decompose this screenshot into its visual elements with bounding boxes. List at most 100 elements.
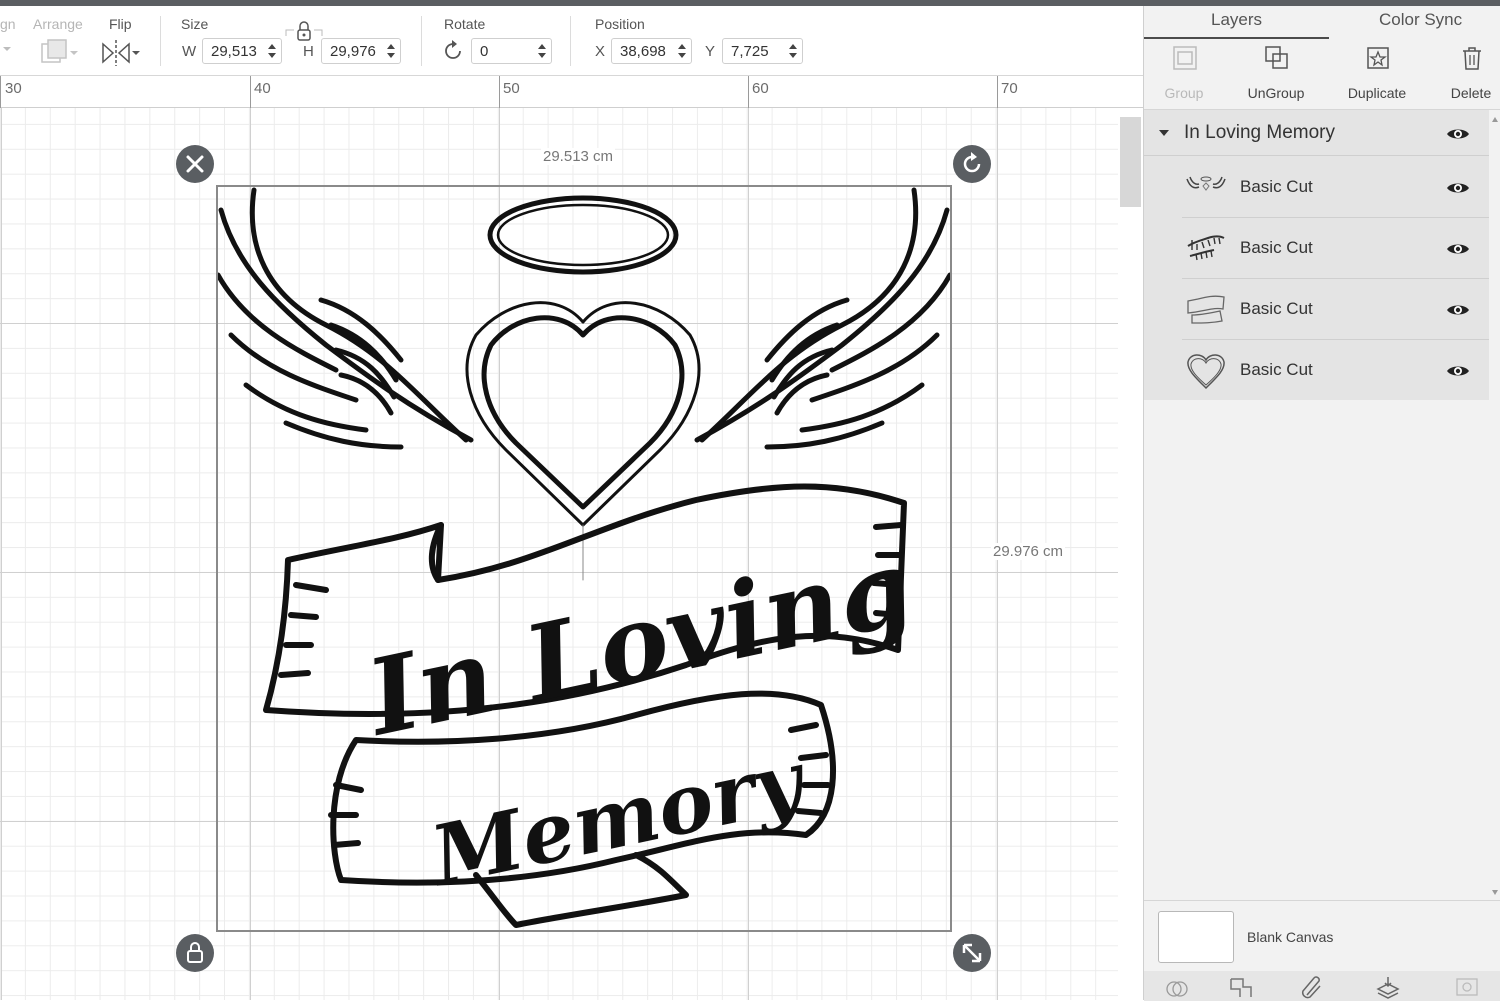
delete-label: Delete [1450, 85, 1492, 101]
rotate-handle[interactable] [953, 145, 991, 183]
layers-list: In Loving Memory Basic Cut Basic Cut Bas… [1144, 110, 1489, 400]
group-button[interactable]: Group [1139, 38, 1229, 110]
edit-toolbar: gn Arrange Flip Size W 29,513 H 29,976 R… [0, 6, 1143, 76]
width-value: 29,513 [211, 43, 257, 60]
blank-canvas-swatch[interactable] [1158, 911, 1234, 963]
eye-icon[interactable] [1446, 180, 1470, 196]
layer-item[interactable]: Basic Cut [1182, 340, 1489, 401]
blank-canvas-label: Blank Canvas [1247, 929, 1334, 945]
layer-name: Basic Cut [1240, 299, 1313, 318]
attach-paperclip-icon[interactable] [1299, 975, 1325, 999]
layer-actions: Group UnGroup Duplicate Delete [1144, 38, 1500, 110]
arrange-label: Arrange [33, 16, 83, 32]
layer-tools-bar [1144, 971, 1500, 1001]
rotate-icon [445, 40, 461, 59]
height-input[interactable]: 29,976 [321, 38, 401, 64]
weld-icon[interactable] [1228, 975, 1254, 999]
y-position-input[interactable]: 7,725 [722, 38, 803, 64]
width-stepper-icon[interactable] [267, 42, 277, 60]
layer-item[interactable]: Basic Cut [1182, 157, 1489, 218]
text-thumb-icon [1187, 235, 1225, 261]
contour-icon[interactable] [1454, 976, 1480, 998]
group-label: Group [1164, 85, 1204, 101]
selection-bounding-box[interactable] [216, 185, 952, 932]
height-value: 29,976 [330, 43, 376, 60]
toolbar-divider [570, 16, 571, 66]
align-dropdown-icon[interactable] [2, 44, 12, 54]
eye-icon[interactable] [1446, 241, 1470, 257]
delete-button[interactable]: Delete [1426, 38, 1500, 110]
arrange-icon[interactable] [40, 38, 80, 68]
lock-handle[interactable] [176, 934, 214, 972]
height-stepper-icon[interactable] [386, 42, 396, 60]
layer-item[interactable]: Basic Cut [1182, 279, 1489, 340]
size-label: Size [181, 16, 209, 32]
toolbar-divider [160, 16, 161, 66]
ungroup-button[interactable]: UnGroup [1231, 38, 1321, 110]
canvas-scrollbar-track[interactable] [1118, 108, 1143, 1000]
x-stepper-icon[interactable] [677, 42, 687, 60]
width-prefix: W [182, 43, 197, 60]
ungroup-icon [1265, 46, 1288, 69]
ruler-mark: 50 [503, 80, 520, 97]
tab-color-sync[interactable]: Color Sync [1379, 10, 1462, 30]
layer-name: Basic Cut [1240, 177, 1313, 196]
delete-handle[interactable] [176, 145, 214, 183]
width-input[interactable]: 29,513 [202, 38, 282, 64]
flatten-icon[interactable] [1374, 975, 1402, 999]
ruler-mark: 40 [254, 80, 271, 97]
lock-proportions-icon[interactable] [284, 20, 324, 42]
canvas-settings: Blank Canvas [1144, 900, 1500, 1001]
y-stepper-icon[interactable] [788, 42, 798, 60]
align-label: gn [0, 16, 16, 32]
duplicate-button[interactable]: Duplicate [1332, 38, 1422, 110]
ruler-tick [250, 76, 251, 108]
eye-icon[interactable] [1446, 363, 1470, 379]
layer-item[interactable]: Basic Cut [1182, 218, 1489, 279]
ruler-tick [499, 76, 500, 108]
width-dimension-label: 29.513 cm [541, 148, 616, 165]
close-icon [186, 155, 204, 173]
ruler-mark: 60 [752, 80, 769, 97]
x-position-input[interactable]: 38,698 [611, 38, 692, 64]
ruler-tick [997, 76, 998, 108]
lock-icon [187, 942, 203, 963]
duplicate-label: Duplicate [1347, 85, 1407, 101]
panel-scrollbar[interactable] [1491, 116, 1499, 896]
eye-icon[interactable] [1446, 126, 1470, 142]
chevron-down-icon[interactable] [1158, 129, 1170, 137]
panel-tabs: Layers Color Sync [1144, 6, 1500, 39]
tab-layers[interactable]: Layers [1211, 10, 1262, 30]
position-label: Position [595, 16, 645, 32]
trash-icon [1463, 47, 1481, 70]
banner-thumb-icon [1187, 295, 1225, 324]
canvas-scrollbar-thumb[interactable] [1120, 117, 1141, 207]
slice-icon[interactable] [1164, 977, 1190, 999]
wings-halo-thumb-icon [1186, 176, 1226, 191]
horizontal-ruler: 30 40 50 60 70 [0, 76, 1143, 108]
layer-name: Basic Cut [1240, 360, 1313, 379]
rotate-icon [963, 152, 981, 173]
flip-label: Flip [109, 16, 132, 32]
group-icon [1173, 46, 1197, 70]
rotate-value: 0 [480, 43, 489, 60]
x-prefix: X [595, 43, 606, 60]
rotate-stepper-icon[interactable] [537, 42, 547, 60]
duplicate-icon [1367, 47, 1389, 69]
y-prefix: Y [705, 43, 716, 60]
y-position-value: 7,725 [731, 43, 769, 60]
height-prefix: H [303, 43, 314, 60]
height-dimension-label: 29.976 cm [991, 543, 1066, 560]
layer-group-row[interactable]: In Loving Memory [1144, 110, 1489, 156]
eye-icon[interactable] [1446, 302, 1470, 318]
ruler-tick [748, 76, 749, 108]
ruler-mark: 30 [5, 80, 22, 97]
layer-name: Basic Cut [1240, 238, 1313, 257]
heart-thumb-icon [1187, 354, 1225, 390]
resize-arrows-icon [962, 943, 982, 963]
rotate-label: Rotate [444, 16, 486, 32]
layers-panel: Layers Color Sync Group UnGroup Duplicat… [1143, 6, 1500, 1001]
rotate-input[interactable]: 0 [471, 38, 552, 64]
resize-handle[interactable] [953, 934, 991, 972]
flip-icon[interactable] [100, 38, 142, 68]
